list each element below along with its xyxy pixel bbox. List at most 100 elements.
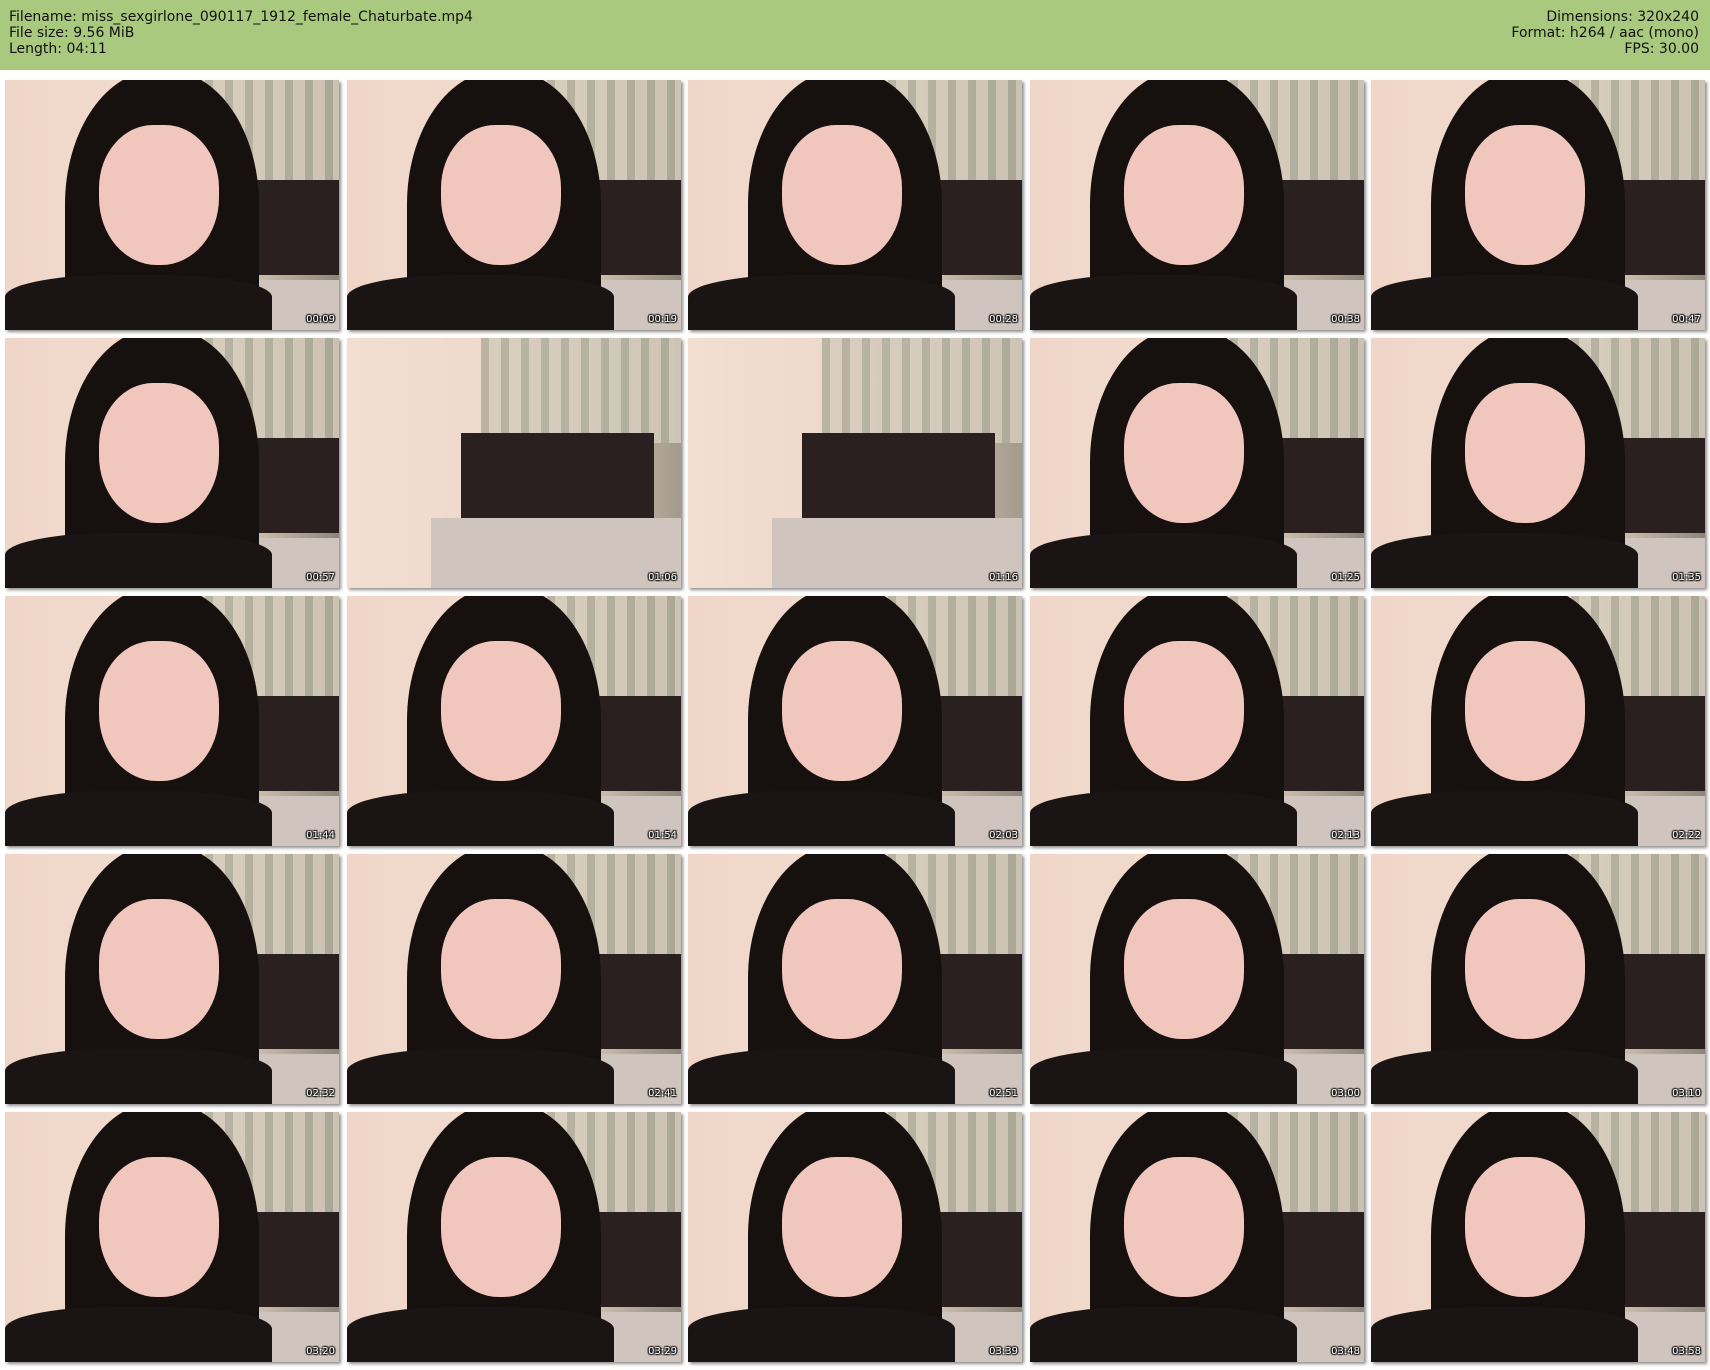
person-body [347,791,615,846]
thumbnail-timestamp: 03:29 [648,1346,677,1357]
thumbnail-timestamp: 00:47 [1672,314,1701,325]
person-face [1464,1157,1585,1297]
person-face [1123,125,1244,265]
video-thumbnail: 01:06 [347,338,681,588]
bed-headboard [801,433,996,518]
video-thumbnail: 00:09 [5,80,339,330]
person-face [1123,641,1244,781]
person-body [1030,791,1298,846]
person-body [347,1307,615,1362]
person-body [5,533,273,588]
person-face [1464,383,1585,523]
length-line: Length: 04:11 [9,41,107,57]
thumbnail-timestamp: 01:54 [648,830,677,841]
person-body [1030,1049,1298,1104]
person-face [98,125,219,265]
person-body [688,1307,956,1362]
thumbnail-timestamp: 01:35 [1672,572,1701,583]
person-face [1123,383,1244,523]
thumbnail-timestamp: 03:10 [1672,1088,1701,1099]
dimensions-line: Dimensions: 320x240 [1546,9,1699,25]
person-body [1371,1307,1639,1362]
video-thumbnail: 00:57 [5,338,339,588]
person-face [98,1157,219,1297]
person-body [5,1049,273,1104]
person-face [1464,641,1585,781]
thumbnail-timestamp: 01:44 [306,830,335,841]
curtain-backdrop [480,338,681,443]
bed-headboard [460,433,655,518]
thumbnail-timestamp: 03:20 [306,1346,335,1357]
thumbnail-timestamp: 00:57 [306,572,335,583]
bed [771,518,1022,588]
person-face [98,899,219,1039]
person-body [1030,1307,1298,1362]
thumbnail-timestamp: 03:58 [1672,1346,1701,1357]
person-face [440,1157,561,1297]
person-face [98,383,219,523]
thumbnail-timestamp: 02:51 [989,1088,1018,1099]
filesize-line: File size: 9.56 MiB [9,25,135,41]
video-thumbnail: 02:41 [347,854,681,1104]
thumbnail-timestamp: 00:09 [306,314,335,325]
person-body [5,791,273,846]
thumbnail-grid: 00:09 00:19 00:28 00:38 00:47 00:57 01:06 01:16… [5,80,1705,1367]
video-thumbnail: 01:44 [5,596,339,846]
thumbnail-timestamp: 02:03 [989,830,1018,841]
video-thumbnail: 02:03 [688,596,1022,846]
person-face [98,641,219,781]
video-info: Dimensions: 320x240 Format: h264 / aac (… [1511,9,1699,57]
video-thumbnail: 00:19 [347,80,681,330]
person-body [688,791,956,846]
info-header: Filename: miss_sexgirlone_090117_1912_fe… [0,0,1710,70]
video-thumbnail: 03:58 [1371,1112,1705,1362]
thumbnail-timestamp: 00:38 [1331,314,1360,325]
person-face [1464,899,1585,1039]
file-info: Filename: miss_sexgirlone_090117_1912_fe… [9,9,473,57]
video-thumbnail: 03:39 [688,1112,1022,1362]
video-thumbnail: 03:00 [1030,854,1364,1104]
person-face [781,899,902,1039]
video-thumbnail: 01:54 [347,596,681,846]
thumbnail-timestamp: 03:00 [1331,1088,1360,1099]
person-face [440,899,561,1039]
person-face [781,125,902,265]
thumbnail-timestamp: 03:39 [989,1346,1018,1357]
video-thumbnail: 01:25 [1030,338,1364,588]
person-body [347,275,615,330]
thumbnail-timestamp: 02:32 [306,1088,335,1099]
person-face [1123,1157,1244,1297]
person-body [1030,275,1298,330]
thumbnail-timestamp: 00:28 [989,314,1018,325]
video-thumbnail: 03:10 [1371,854,1705,1104]
curtain-backdrop [821,338,1022,443]
person-body [1030,533,1298,588]
person-body [5,1307,273,1362]
thumbnail-timestamp: 01:25 [1331,572,1360,583]
person-body [1371,275,1639,330]
person-body [1371,791,1639,846]
person-body [688,275,956,330]
video-thumbnail: 01:35 [1371,338,1705,588]
video-thumbnail: 00:38 [1030,80,1364,330]
thumbnail-timestamp: 01:06 [648,572,677,583]
person-face [440,641,561,781]
video-thumbnail: 02:32 [5,854,339,1104]
thumbnail-timestamp: 03:48 [1331,1346,1360,1357]
fps-line: FPS: 30.00 [1624,41,1699,57]
person-face [1464,125,1585,265]
thumbnail-timestamp: 00:19 [648,314,677,325]
bed [430,518,681,588]
video-thumbnail: 02:22 [1371,596,1705,846]
format-line: Format: h264 / aac (mono) [1511,25,1699,41]
person-body [688,1049,956,1104]
video-thumbnail: 01:16 [688,338,1022,588]
person-body [1371,1049,1639,1104]
person-face [781,1157,902,1297]
thumbnail-timestamp: 02:22 [1672,830,1701,841]
video-thumbnail: 02:51 [688,854,1022,1104]
person-face [1123,899,1244,1039]
video-thumbnail: 03:29 [347,1112,681,1362]
person-face [781,641,902,781]
video-thumbnail: 03:48 [1030,1112,1364,1362]
